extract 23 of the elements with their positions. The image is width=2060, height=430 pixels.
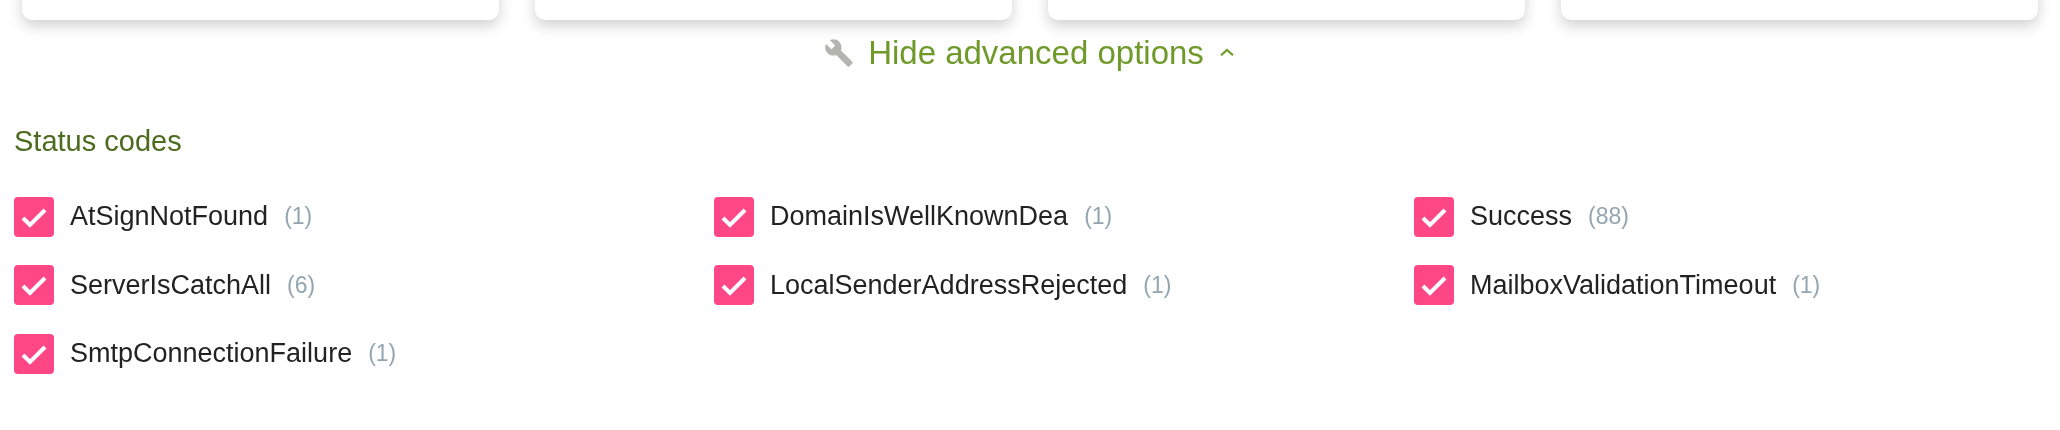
checkbox[interactable] xyxy=(1414,265,1454,306)
checkbox-label[interactable]: MailboxValidationTimeout xyxy=(1470,264,1777,306)
checkbox-label[interactable]: LocalSenderAddressRejected xyxy=(770,264,1128,306)
count: (6) xyxy=(287,270,316,300)
checkbox[interactable] xyxy=(14,196,54,237)
checkbox[interactable] xyxy=(14,333,54,374)
checkbox[interactable] xyxy=(714,196,754,237)
checkbox-label[interactable]: DomainIsWellKnownDea xyxy=(770,196,1069,237)
checkbox-label[interactable]: AtSignNotFound xyxy=(70,196,269,237)
count: (1) xyxy=(284,202,313,232)
count: (1) xyxy=(1792,270,1821,300)
checkbox[interactable] xyxy=(1414,196,1454,237)
checkbox[interactable] xyxy=(14,265,54,306)
count: (1) xyxy=(1143,270,1172,300)
wrench-icon xyxy=(824,37,855,68)
checkbox-label[interactable]: ServerIsCatchAll xyxy=(70,264,272,306)
count: (1) xyxy=(368,339,397,369)
checkbox-label[interactable]: Success xyxy=(1470,196,1573,237)
section-heading: Status codes xyxy=(14,123,183,159)
checkbox-label[interactable]: SmtpConnectionFailure xyxy=(70,333,353,374)
count: (88) xyxy=(1588,202,1629,232)
count: (1) xyxy=(1084,202,1113,232)
checkbox[interactable] xyxy=(714,265,754,306)
